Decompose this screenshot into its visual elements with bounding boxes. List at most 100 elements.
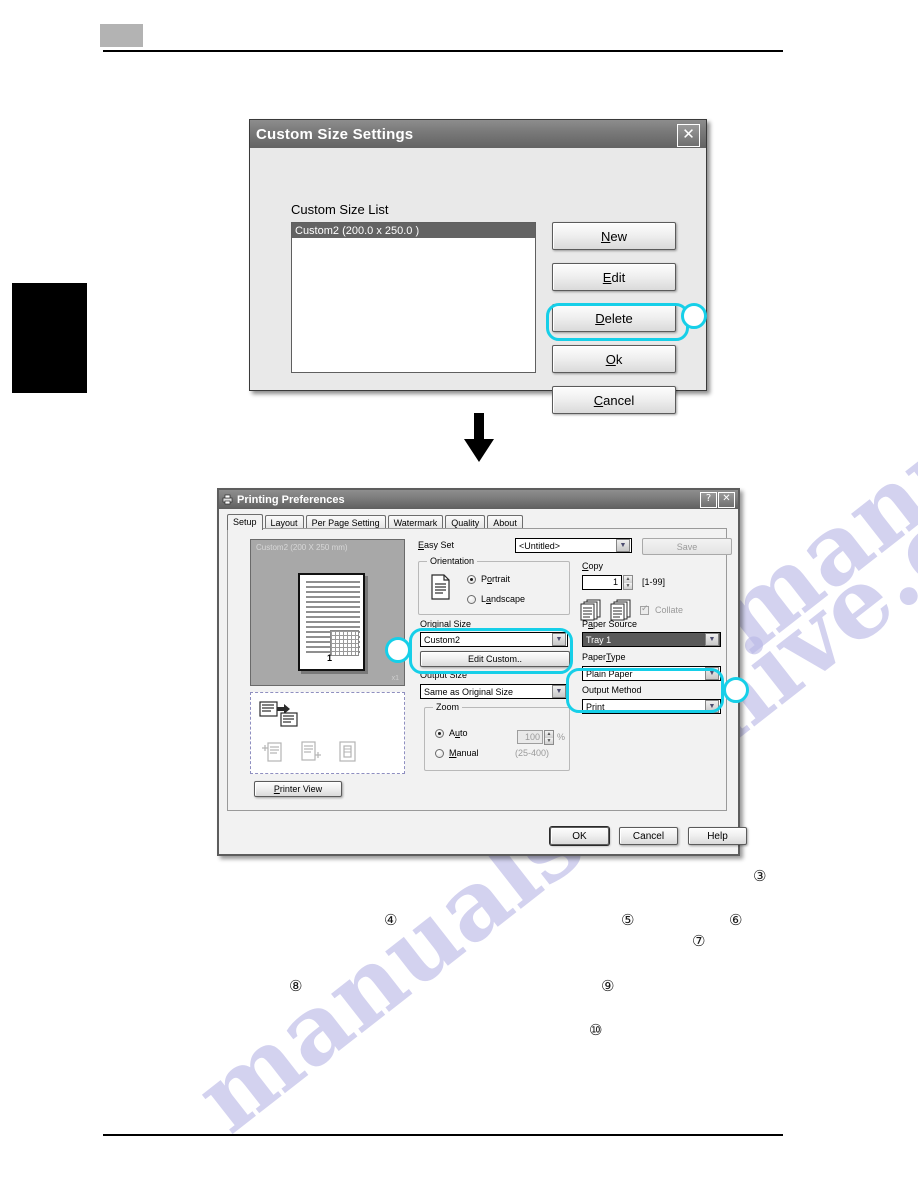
paper-type-value: Plain Paper <box>586 668 633 679</box>
print-preview-pane: Custom2 (200 X 250 mm) x1 1 <box>250 539 405 686</box>
ok-button[interactable]: Ok <box>552 345 676 373</box>
cancel-button[interactable]: Cancel <box>619 827 678 845</box>
output-direction-icon <box>259 701 298 727</box>
button-label: ancel <box>603 392 635 408</box>
zoom-group: Zoom Auto Manual 100 ▲ ▼ % (25-400) <box>424 702 570 771</box>
radio-zoom-manual[interactable] <box>435 748 444 758</box>
orientation-group-label: Orientation <box>427 556 478 566</box>
output-size-select[interactable]: Same as Original Size ▼ <box>420 684 568 699</box>
zoom-auto-option[interactable]: Auto <box>435 728 468 738</box>
orientation-group: Orientation Portrait Landscape <box>418 556 570 615</box>
label-text: to <box>460 728 468 738</box>
custom-size-settings-dialog: Custom Size Settings ✕ Custom Size List … <box>249 119 707 414</box>
printer-view-button[interactable]: Printer View <box>254 781 342 797</box>
radio-portrait[interactable] <box>467 574 476 584</box>
chevron-down-icon[interactable]: ▼ <box>705 633 719 646</box>
custom-size-list-label: Custom Size List <box>291 202 389 217</box>
chevron-down-icon[interactable]: ▼ <box>552 685 566 698</box>
edit-custom-button[interactable]: Edit Custom.. <box>420 651 570 667</box>
label-text: Paper <box>582 652 607 662</box>
callout-number-4: ④ <box>384 911 398 929</box>
preview-size-label: Custom2 (200 X 250 mm) <box>256 543 348 552</box>
label-text: ype <box>611 652 626 662</box>
dialog-title: Custom Size Settings <box>256 125 414 143</box>
flow-down-arrow-icon <box>464 413 494 462</box>
titlebar-buttons: ? ✕ <box>700 492 735 508</box>
collate-label: Collate <box>655 605 684 615</box>
list-item[interactable]: Custom2 (200.0 x 250.0 ) <box>292 223 535 238</box>
accel-char: O <box>605 351 616 367</box>
setup-tab-page: Custom2 (200 X 250 mm) x1 1 P rinter Vie… <box>227 528 732 811</box>
preview-page-number: 1 <box>327 653 333 663</box>
radio-landscape[interactable] <box>467 594 476 604</box>
output-size-label: Output Size <box>420 670 468 680</box>
chevron-down-icon[interactable]: ▼ <box>705 667 719 680</box>
chevron-down-icon[interactable]: ▼ <box>616 539 630 552</box>
finishing-icon-pane <box>250 692 405 774</box>
callout-number-6: ⑥ <box>729 911 743 929</box>
button-label: Save <box>676 541 698 552</box>
original-size-select[interactable]: Custom2 ▼ <box>420 632 568 647</box>
stepper-down[interactable]: ▼ <box>545 737 553 744</box>
edit-button[interactable]: Edit <box>552 263 676 291</box>
close-icon[interactable]: ✕ <box>677 124 700 147</box>
new-button[interactable]: New <box>552 222 676 250</box>
callout-number-8: ⑧ <box>289 977 303 995</box>
delete-button[interactable]: Delete <box>552 304 676 332</box>
radio-zoom-auto[interactable] <box>435 728 444 738</box>
zoom-percent-stepper[interactable]: ▲ ▼ <box>544 730 554 745</box>
copy-count-input[interactable]: 1 <box>582 575 622 590</box>
easy-set-select[interactable]: <Untitled> ▼ <box>515 538 632 553</box>
paper-source-value: Tray 1 <box>586 634 612 645</box>
collate-checkbox[interactable] <box>640 604 649 615</box>
portrait-document-icon <box>431 574 450 600</box>
zoom-manual-option[interactable]: Manual <box>435 748 479 758</box>
label-text: opy <box>588 561 604 571</box>
help-button[interactable]: Help <box>688 827 747 845</box>
dialog-title: Printing Preferences <box>237 493 345 506</box>
collate-on-icon <box>610 599 631 621</box>
zoom-percent-input[interactable]: 100 <box>517 730 543 744</box>
chapter-tab-marker <box>12 283 87 393</box>
orientation-landscape-option[interactable]: Landscape <box>467 594 525 604</box>
paper-type-select[interactable]: Plain Paper ▼ <box>582 666 721 681</box>
copy-count-stepper[interactable]: ▲ ▼ <box>623 575 633 590</box>
label-text: ndscape <box>491 594 526 604</box>
button-label: ew <box>610 228 627 244</box>
callout-number-9: ⑨ <box>601 977 615 995</box>
preview-table-block <box>330 630 359 656</box>
paper-type-label: PaperType <box>582 652 626 662</box>
zoom-group-label: Zoom <box>433 702 463 712</box>
chevron-down-icon[interactable]: ▼ <box>705 700 719 713</box>
collate-row: Collate <box>580 599 683 621</box>
zoom-manual-label: Manual <box>449 748 479 758</box>
preview-scale-label: x1 <box>391 675 399 682</box>
button-label: elete <box>604 310 633 326</box>
tab-setup[interactable]: Setup <box>227 514 263 530</box>
callout-number-10: ⑩ <box>589 1021 603 1039</box>
orientation-portrait-option[interactable]: Portrait <box>467 574 510 584</box>
easy-set-value: <Untitled> <box>519 540 561 551</box>
easy-set-row: Easy Set <Untitled> ▼ Save <box>414 537 732 557</box>
paper-source-select[interactable]: Tray 1 ▼ <box>582 632 721 647</box>
page-rule-bottom <box>103 1134 783 1136</box>
chevron-down-icon[interactable]: ▼ <box>552 633 566 646</box>
button-label: dit <box>611 269 626 285</box>
dialog-titlebar: Custom Size Settings ✕ <box>250 120 706 148</box>
save-button[interactable]: Save <box>642 538 732 555</box>
cover-page-icon <box>339 741 356 762</box>
output-method-value: Print <box>586 701 605 712</box>
custom-size-listbox[interactable]: Custom2 (200.0 x 250.0 ) <box>291 222 536 373</box>
stepper-down[interactable]: ▼ <box>624 582 632 589</box>
label-text: anual <box>456 748 479 758</box>
close-icon[interactable]: ✕ <box>718 492 735 508</box>
help-icon[interactable]: ? <box>700 492 717 508</box>
copy-label: Copy <box>582 561 603 571</box>
output-method-label: Output Method <box>582 685 642 695</box>
zoom-percent-sign: % <box>557 732 566 742</box>
cancel-button[interactable]: Cancel <box>552 386 676 414</box>
easy-set-label: Easy Set <box>418 540 454 550</box>
output-method-select[interactable]: Print ▼ <box>582 699 721 714</box>
page-rule-top <box>103 50 783 52</box>
ok-button[interactable]: OK <box>550 827 609 845</box>
